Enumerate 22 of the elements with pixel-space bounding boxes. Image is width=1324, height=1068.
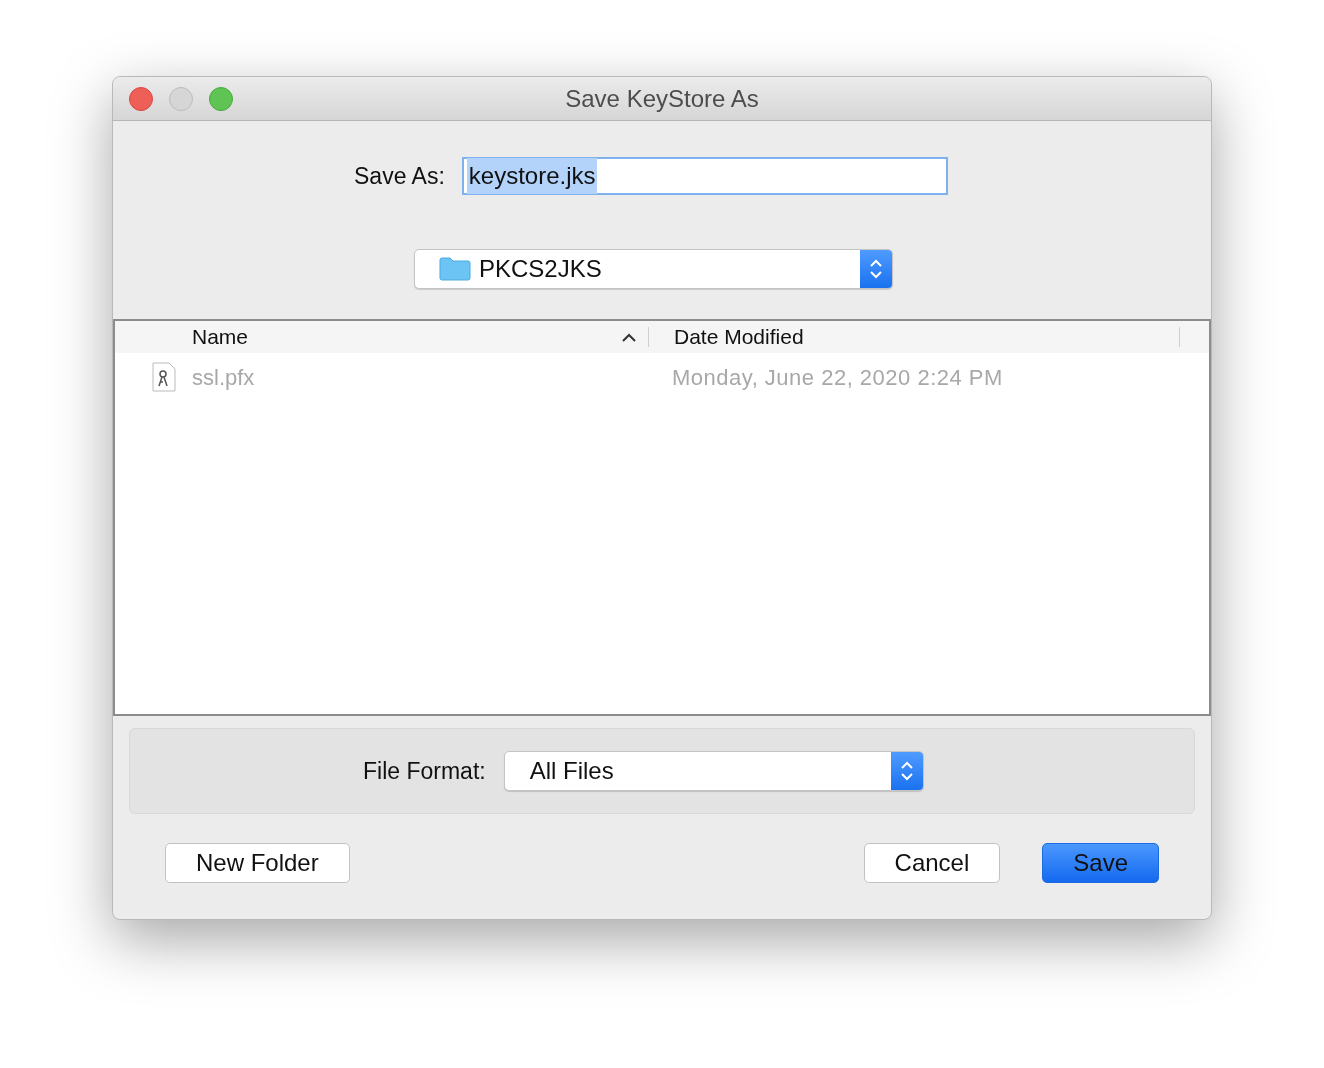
folder-icon — [439, 257, 471, 281]
date-modified: Monday, June 22, 2020 2:24 PM — [672, 363, 1003, 392]
file-format-value: All Files — [528, 756, 614, 786]
folder-name: PKCS2JKS — [479, 254, 602, 284]
dialog-button[interactable]: Cancel — [863, 843, 1001, 883]
file-name-text: keystore.jks — [466, 158, 598, 194]
file-format-label: File Format: — [363, 756, 486, 786]
file-name-field[interactable]: keystore.jks — [461, 157, 948, 195]
file-name: ssl.pfx — [192, 363, 256, 392]
column-header[interactable]: Date Modified — [649, 321, 1179, 353]
sort-ascending-icon — [622, 332, 636, 342]
dialog-button[interactable]: New Folder — [165, 843, 350, 883]
key-file-icon — [152, 362, 176, 392]
window-title: Save KeyStore As — [565, 83, 759, 114]
folder-popup[interactable]: PKCS2JKS — [414, 249, 893, 289]
column-header[interactable]: Name — [115, 321, 648, 353]
save-as-label: Save As: — [354, 161, 445, 191]
close-button[interactable] — [129, 87, 153, 111]
zoom-button[interactable] — [209, 87, 233, 111]
save-button[interactable]: Save — [1042, 843, 1159, 883]
minimize-button[interactable] — [169, 87, 193, 111]
file-format-popup[interactable]: All Files — [503, 751, 924, 791]
